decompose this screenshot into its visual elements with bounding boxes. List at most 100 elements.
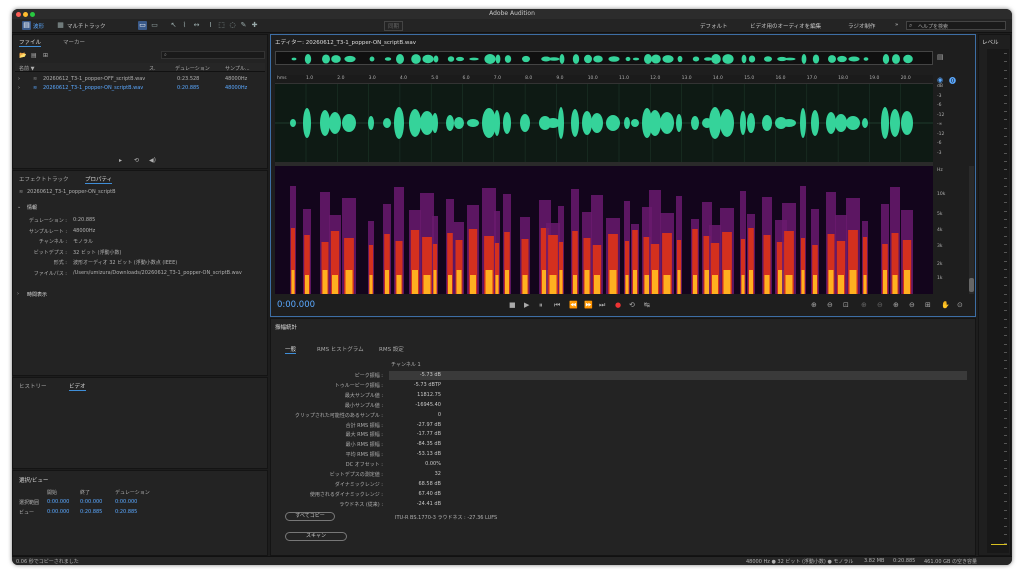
new-file-icon[interactable]: ▤ [31, 52, 37, 59]
tab-general[interactable]: 一般 [285, 345, 297, 354]
zoom-full-icon[interactable]: ⊞ [925, 301, 931, 309]
stats-row[interactable]: トゥルーピーク振幅 : -5.73 dBTP [271, 382, 971, 390]
zoom-out-icon[interactable]: ⊖ [909, 301, 915, 309]
selection-start[interactable]: 0:00.000 [47, 499, 69, 505]
stats-row[interactable]: 最大 RMS 振幅 : -17.77 dB [271, 431, 971, 439]
files-search-input[interactable]: ⌕ [161, 51, 265, 59]
hand-icon[interactable]: ✋ [941, 301, 950, 309]
zoom-out-time-icon[interactable]: ⊖ [877, 301, 883, 309]
open-file-icon[interactable]: 📂 [19, 52, 26, 59]
chevron-down-icon[interactable]: ⌄ [17, 204, 21, 210]
view-end[interactable]: 0:20.885 [80, 509, 102, 515]
loop-icon[interactable]: ⟲ [134, 157, 139, 164]
zoom-out-amplitude-icon[interactable]: ⊖ [827, 301, 833, 309]
time-display-section[interactable]: 時間表示 [27, 291, 47, 298]
help-search-box[interactable]: ⌕ ヘルプを検索 [906, 21, 1006, 30]
tab-properties[interactable]: プロパティ [85, 175, 113, 184]
skip-selection-icon[interactable]: ↹ [644, 301, 650, 309]
stats-row[interactable]: 使用されるダイナミックレンジ : 67.40 dB [271, 491, 971, 499]
tab-rms-histogram[interactable]: RMS ヒストグラム [317, 345, 364, 353]
play-icon[interactable]: ▸ [119, 157, 122, 164]
scrollbar-thumb[interactable] [969, 278, 974, 292]
previous-icon[interactable]: ⏮ [554, 301, 560, 310]
tab-files[interactable]: ファイル [19, 38, 42, 47]
tab-history[interactable]: ヒストリー [19, 382, 47, 390]
view-duration[interactable]: 0:20.885 [115, 509, 137, 515]
col-name[interactable]: 名前 ▼ [19, 65, 34, 72]
table-row-selected[interactable]: › ≋ 20260612_T3-1_popper-ON_scriptB.wav … [15, 84, 265, 93]
lasso-tool-icon[interactable]: ◌ [228, 21, 237, 30]
overview-navigator[interactable] [275, 51, 933, 65]
next-icon[interactable]: ⏭ [599, 301, 605, 310]
spot-healing-icon[interactable]: ✚ [250, 21, 259, 30]
zoom-in-icon[interactable]: ⊕ [893, 301, 899, 309]
autoplay-icon[interactable]: ◀) [149, 157, 156, 164]
zoom-menu-icon[interactable]: ▤ [937, 53, 944, 61]
selection-end[interactable]: 0:00.000 [80, 499, 102, 505]
zoom-in-time-icon[interactable]: ⊕ [861, 301, 867, 309]
spectral-display-icon[interactable]: ▭ [138, 21, 147, 30]
table-row[interactable]: › ≋ 20260612_T3-1_popper-OFF_scriptB.wav… [15, 75, 265, 84]
multitrack-view-icon[interactable]: ▦ [56, 21, 65, 30]
sync-button[interactable]: 同期 [384, 21, 404, 31]
stats-row[interactable]: 合計 RMS 振幅 : -27.97 dB [271, 422, 971, 430]
selection-duration[interactable]: 0:00.000 [115, 499, 137, 505]
spectral-pitch-icon[interactable]: ▭ [150, 21, 159, 30]
marquee-tool-icon[interactable]: ⬚ [217, 21, 226, 30]
move-tool-icon[interactable]: ↖ [169, 21, 178, 30]
close-window-button[interactable] [16, 12, 21, 17]
stats-row[interactable]: クリップされた可能性のあるサンプル : 0 [271, 412, 971, 420]
stats-row[interactable]: ダイナミックレンジ : 68.58 dB [271, 481, 971, 489]
record-icon[interactable]: ● [615, 301, 621, 309]
spectral-display[interactable] [275, 166, 933, 294]
tab-rms-settings[interactable]: RMS 設定 [379, 345, 404, 353]
col-duration[interactable]: デュレーション [175, 65, 210, 72]
vertical-scrollbar[interactable] [969, 166, 974, 294]
brush-tool-icon[interactable]: ✎ [239, 21, 248, 30]
col-status[interactable]: ス. [149, 65, 156, 72]
razor-tool-icon[interactable]: ⌇ [180, 21, 189, 30]
fast-forward-icon[interactable]: ⏩ [584, 301, 593, 309]
stats-row[interactable]: 最小サンプル値 : -16945.40 [271, 402, 971, 410]
waveform-view-button[interactable]: 波形 [33, 22, 44, 30]
stats-row[interactable]: 最小 RMS 振幅 : -84.35 dB [271, 441, 971, 449]
slip-tool-icon[interactable]: ↔ [192, 21, 201, 30]
scan-button[interactable]: スキャン [285, 532, 347, 541]
multitrack-view-button[interactable]: マルチトラック [67, 22, 106, 30]
play-icon[interactable]: ▶ [524, 301, 529, 309]
workspace-more[interactable]: » [895, 22, 898, 28]
zoom-reset-icon[interactable]: ⊙ [957, 301, 963, 309]
tab-effects-rack[interactable]: エフェクトトラック [19, 175, 69, 183]
expand-chevron-icon[interactable]: › [18, 85, 20, 91]
tab-markers[interactable]: マーカー [63, 38, 85, 46]
workspace-video-audio[interactable]: ビデオ用のオーディオを編集 [750, 22, 821, 30]
zoom-selection-icon[interactable]: ⊡ [843, 301, 849, 309]
time-ruler[interactable]: hms 1.0 2.0 3.0 4.0 5.0 6.0 7.0 8.0 9.0 10.0 11.0 1… [275, 75, 933, 84]
workspace-default[interactable]: デフォルト [700, 22, 728, 30]
import-icon[interactable]: ⊞ [43, 52, 48, 59]
timecode[interactable]: 0:00.000 [277, 300, 315, 310]
stats-row[interactable]: 平均 RMS 振幅 : -53.13 dB [271, 451, 971, 459]
copy-all-button[interactable]: すべてコピー [285, 512, 335, 521]
chevron-right-icon[interactable]: › [17, 291, 19, 297]
stats-row[interactable]: 最大サンプル値 : 11812.75 [271, 392, 971, 400]
time-selection-tool-icon[interactable]: I [206, 21, 215, 30]
stats-row[interactable]: ビットデプスの測定値 : 32 [271, 471, 971, 479]
pause-icon[interactable]: ⏸ [539, 301, 543, 310]
col-sample-rate[interactable]: サンプル... [225, 65, 250, 72]
view-start[interactable]: 0:00.000 [47, 509, 69, 515]
stats-row[interactable]: ラウドネス (従来) : -24.41 dB [271, 501, 971, 509]
loop-icon[interactable]: ⟲ [629, 301, 635, 309]
minimize-window-button[interactable] [23, 12, 28, 17]
zoom-window-button[interactable] [30, 12, 35, 17]
tab-video[interactable]: ビデオ [69, 382, 86, 391]
stop-icon[interactable]: ■ [509, 301, 516, 309]
rewind-icon[interactable]: ⏪ [569, 301, 578, 309]
expand-chevron-icon[interactable]: › [18, 76, 20, 82]
workspace-radio[interactable]: ラジオ制作 [848, 22, 875, 30]
waveform-display[interactable] [275, 84, 933, 162]
waveform-view-icon[interactable]: ▤ [22, 21, 31, 30]
headphone-icon[interactable]: ◉ [937, 76, 943, 84]
info-section-title[interactable]: 情報 [27, 204, 37, 211]
zoom-in-amplitude-icon[interactable]: ⊕ [811, 301, 817, 309]
